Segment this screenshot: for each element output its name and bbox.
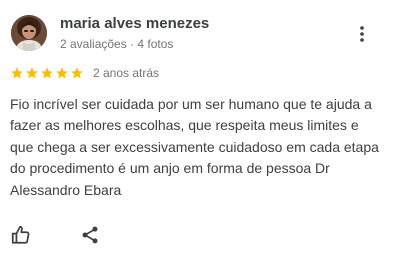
reviewer-name[interactable]: maria alves menezes [60,15,209,33]
star-filled-icon [71,67,83,79]
share-icon [82,226,98,244]
reviewer-meta: 2 avaliações · 4 fotos [60,37,174,51]
avatar-photo [11,15,47,51]
review-date: 2 anos atrás [93,66,160,80]
like-button[interactable] [8,222,34,248]
share-button[interactable] [77,222,103,248]
thumb-up-icon [11,225,30,244]
star-rating [10,66,84,80]
more-options-button[interactable] [351,22,373,46]
review-text: Fio incrível ser cuidada por um ser huma… [10,96,379,198]
avatar[interactable] [11,15,47,51]
star-filled-icon [41,67,53,79]
star-filled-icon [26,67,38,79]
rating-row: 2 anos atrás [10,64,159,82]
more-vert-icon [360,26,364,42]
star-filled-icon [56,67,68,79]
star-filled-icon [11,67,23,79]
